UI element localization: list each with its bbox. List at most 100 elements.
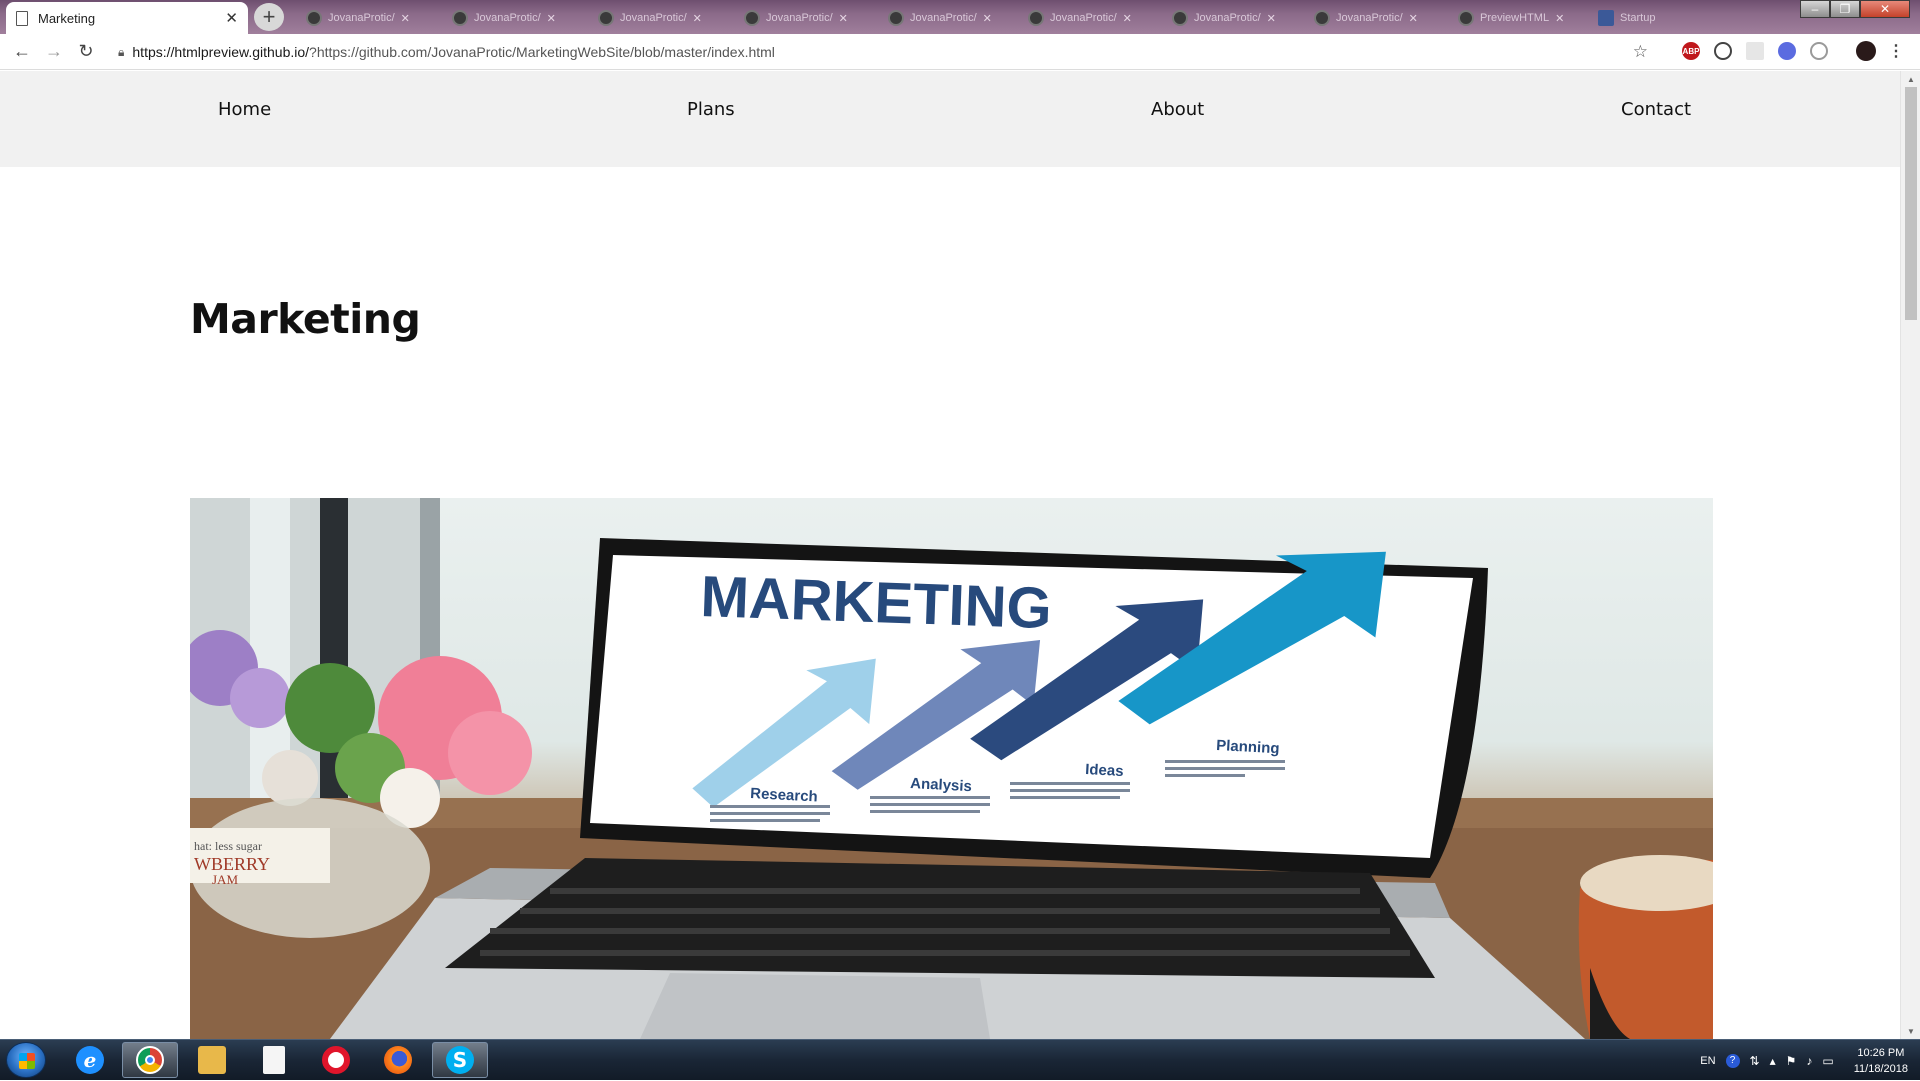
- language-indicator[interactable]: EN: [1700, 1055, 1715, 1067]
- close-tab-icon[interactable]: ✕: [1267, 12, 1276, 25]
- tab-background[interactable]: JovanaProtic/✕: [880, 5, 1000, 31]
- help-icon[interactable]: ?: [1725, 1053, 1740, 1068]
- github-icon: [452, 10, 468, 26]
- adblock-icon[interactable]: ABP: [1682, 42, 1700, 60]
- github-icon: [888, 10, 904, 26]
- svg-text:JAM: JAM: [212, 872, 238, 887]
- clock-time: 10:26 PM: [1857, 1046, 1905, 1059]
- github-icon: [1028, 10, 1044, 26]
- github-icon: [1172, 10, 1188, 26]
- close-tab-icon[interactable]: ✕: [401, 12, 410, 25]
- page-icon: [16, 10, 28, 26]
- taskbar-explorer[interactable]: [184, 1042, 240, 1078]
- close-tab-icon[interactable]: ✕: [1555, 12, 1564, 25]
- jam-jar: hat: less sugar WBERRY JAM: [190, 798, 430, 938]
- screen-headline: MARKETING: [700, 564, 1053, 641]
- svg-text:WBERRY: WBERRY: [194, 854, 270, 874]
- close-tab-icon[interactable]: ✕: [547, 12, 556, 25]
- menu-kebab-icon[interactable]: ⋮: [1888, 42, 1904, 60]
- flag-icon[interactable]: ⚑: [1786, 1054, 1797, 1068]
- taskbar-notepad[interactable]: [246, 1042, 302, 1078]
- github-icon: [306, 10, 322, 26]
- github-icon: [1458, 10, 1474, 26]
- sync-icon[interactable]: [1714, 42, 1732, 60]
- start-button[interactable]: [6, 1042, 46, 1078]
- volume-icon[interactable]: ♪: [1806, 1054, 1812, 1068]
- nav-contact[interactable]: Contact: [1621, 99, 1691, 120]
- tab-background[interactable]: JovanaProtic/✕: [1020, 5, 1140, 31]
- scrollbar-thumb[interactable]: [1905, 87, 1917, 320]
- tab-background[interactable]: PreviewHTML ✕: [1450, 5, 1572, 31]
- back-arrow-icon[interactable]: ←: [6, 36, 38, 68]
- tab-background[interactable]: JovanaProtic/✕: [298, 5, 418, 31]
- new-tab-button[interactable]: +: [254, 3, 284, 31]
- taskbar-chrome[interactable]: [122, 1042, 178, 1078]
- skype-ext-icon[interactable]: [1810, 42, 1828, 60]
- clock-date: 11/18/2018: [1853, 1062, 1908, 1075]
- svg-text:Ideas: Ideas: [1085, 761, 1124, 780]
- explorer-icon: [198, 1046, 226, 1074]
- shield-icon[interactable]: [1778, 42, 1796, 60]
- nav-home[interactable]: Home: [218, 99, 271, 120]
- bookmark-star-icon[interactable]: ☆: [1633, 42, 1648, 62]
- tab-background[interactable]: JovanaProtic/✕: [444, 5, 564, 31]
- ie-icon: e: [76, 1046, 104, 1074]
- close-tab-icon[interactable]: ✕: [1409, 12, 1418, 25]
- taskbar-opera[interactable]: [308, 1042, 364, 1078]
- network-icon[interactable]: ⇅: [1750, 1054, 1760, 1068]
- taskbar-firefox[interactable]: [370, 1042, 426, 1078]
- scroll-up-icon[interactable]: ▲: [1901, 71, 1920, 87]
- github-icon: [1314, 10, 1330, 26]
- minimize-button[interactable]: –: [1800, 0, 1830, 18]
- nav-plans[interactable]: Plans: [687, 99, 735, 120]
- notepad-icon: [263, 1046, 285, 1074]
- scroll-down-icon[interactable]: ▼: [1901, 1023, 1920, 1039]
- window-controls: – ❐ ✕: [1800, 0, 1910, 18]
- browser-toolbar: ← → ↻ 🔒︎ https://htmlpreview.github.io/?…: [0, 34, 1920, 70]
- close-tab-icon[interactable]: ✕: [693, 12, 702, 25]
- svg-text:Research: Research: [750, 785, 818, 806]
- svg-text:Planning: Planning: [1216, 737, 1280, 757]
- clock[interactable]: 10:26 PM 11/18/2018: [1854, 1045, 1908, 1077]
- hero-image: hat: less sugar WBERRY JAM MARKETING Res…: [190, 498, 1713, 1039]
- taskbar-ie[interactable]: e: [62, 1042, 118, 1078]
- address-bar[interactable]: 🔒︎ https://htmlpreview.github.io/?https:…: [108, 37, 1648, 67]
- display-icon[interactable]: ▭: [1822, 1054, 1833, 1068]
- page-title: Marketing: [190, 295, 421, 343]
- github-icon: [598, 10, 614, 26]
- close-tab-icon[interactable]: ✕: [983, 12, 992, 25]
- maximize-button[interactable]: ❐: [1830, 0, 1860, 18]
- coffee-mug: [1578, 855, 1713, 1039]
- opera-icon: [322, 1046, 350, 1074]
- reload-icon[interactable]: ↻: [70, 36, 102, 68]
- svg-text:hat: less sugar: hat: less sugar: [194, 839, 262, 853]
- page-scrollbar[interactable]: ▲ ▼: [1900, 71, 1920, 1039]
- windows-taskbar: e S EN ? ⇅ ▴ ⚑ ♪ ▭ 10:26 PM 11/18/2018: [0, 1039, 1920, 1080]
- close-window-button[interactable]: ✕: [1860, 0, 1910, 18]
- tab-active[interactable]: Marketing ✕: [6, 2, 248, 34]
- system-tray: EN ? ⇅ ▴ ⚑ ♪ ▭ 10:26 PM 11/18/2018: [1700, 1040, 1920, 1081]
- close-tab-icon[interactable]: ✕: [839, 12, 848, 25]
- tab-strip: Marketing ✕ + JovanaProtic/✕ JovanaProti…: [0, 0, 1920, 34]
- tab-background[interactable]: JovanaProtic/✕: [590, 5, 710, 31]
- tab-background[interactable]: JovanaProtic/✕: [1164, 5, 1284, 31]
- tab-background[interactable]: Startup: [1590, 5, 1663, 31]
- laptop-screen: MARKETING Research Analysis Ideas Planni…: [590, 551, 1473, 858]
- profile-avatar-icon[interactable]: [1856, 41, 1876, 61]
- extension-icon[interactable]: [1746, 42, 1764, 60]
- page-viewport: Home Plans About Contact Marketing hat: …: [0, 71, 1900, 1039]
- tab-title: Marketing: [38, 10, 96, 26]
- site-navbar: Home Plans About Contact: [0, 71, 1900, 167]
- firefox-icon: [384, 1046, 412, 1074]
- show-hidden-icons-icon[interactable]: ▴: [1770, 1054, 1776, 1068]
- facebook-icon: [1598, 10, 1614, 26]
- taskbar-skype[interactable]: S: [432, 1042, 488, 1078]
- tab-background[interactable]: JovanaProtic/✕: [736, 5, 856, 31]
- svg-text:Analysis: Analysis: [910, 775, 973, 795]
- nav-about[interactable]: About: [1151, 99, 1204, 120]
- close-tab-icon[interactable]: ✕: [225, 9, 238, 27]
- tab-background[interactable]: JovanaProtic/✕: [1306, 5, 1426, 31]
- close-tab-icon[interactable]: ✕: [1123, 12, 1132, 25]
- forward-arrow-icon[interactable]: →: [38, 36, 70, 68]
- url-text: https://htmlpreview.github.io/?https://g…: [132, 44, 775, 60]
